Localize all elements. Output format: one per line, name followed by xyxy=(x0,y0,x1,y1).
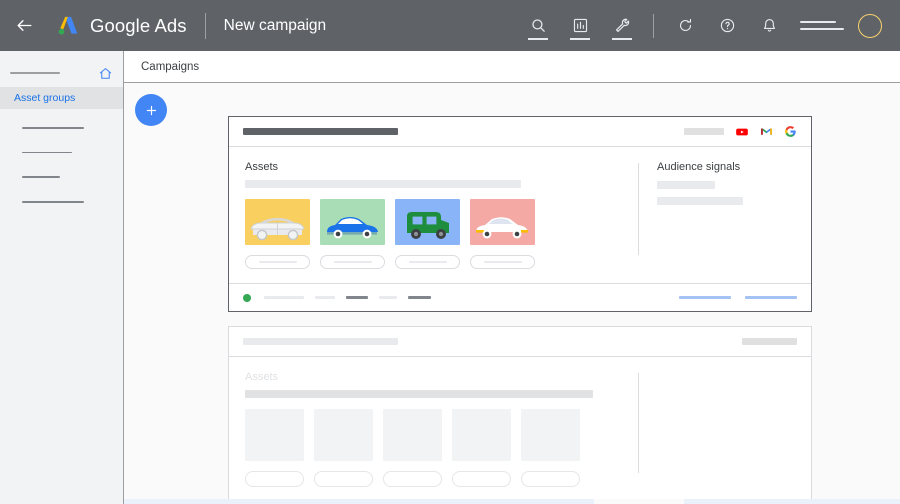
car-thumbnail-blue[interactable] xyxy=(395,199,460,245)
asset-action-pill[interactable] xyxy=(245,255,310,269)
card-footer-actions xyxy=(679,296,797,299)
google-ads-logo xyxy=(55,13,81,39)
top-bar-actions xyxy=(517,12,882,40)
sidebar-item-placeholder[interactable] xyxy=(22,127,84,129)
sidebar-item-placeholder[interactable] xyxy=(22,176,60,179)
sidebar-item-placeholder[interactable] xyxy=(22,151,72,154)
page-title: Campaigns xyxy=(141,60,200,73)
avatar[interactable] xyxy=(858,13,882,38)
asset-thumbnail-list xyxy=(245,199,624,245)
card-body: Assets xyxy=(229,147,811,269)
google-search-icon xyxy=(784,125,797,138)
audience-signals-section xyxy=(639,371,811,487)
card-body: Assets xyxy=(229,357,811,487)
assets-description-placeholder xyxy=(245,390,593,398)
asset-group-card[interactable]: Assets xyxy=(228,116,812,312)
card-footer xyxy=(229,283,811,311)
card-header xyxy=(229,327,811,357)
card-header-right xyxy=(742,338,797,345)
car-thumbnail-yellow[interactable] xyxy=(245,199,310,245)
audience-placeholder xyxy=(657,181,715,189)
sidebar: Asset groups xyxy=(0,51,124,504)
brand-title: Google Ads xyxy=(90,14,187,36)
page-subtitle: New campaign xyxy=(223,16,327,34)
card-meta-placeholders xyxy=(264,296,431,299)
main-canvas: Assets Audience signals Assets xyxy=(124,83,900,504)
asset-action-pills xyxy=(245,255,624,269)
asset-action-pill[interactable] xyxy=(521,471,580,487)
next-card-peek xyxy=(124,499,900,504)
asset-placeholder-5[interactable] xyxy=(521,409,580,461)
next-card-peek-gap xyxy=(594,499,684,504)
asset-action-pill[interactable] xyxy=(395,255,460,269)
asset-placeholder-4[interactable] xyxy=(452,409,511,461)
status-badge xyxy=(243,293,251,302)
audience-signals-section: Audience signals xyxy=(639,161,811,269)
refresh-icon[interactable] xyxy=(671,12,699,40)
notifications-icon[interactable] xyxy=(755,12,783,40)
assets-section-title: Assets xyxy=(245,161,279,173)
assets-section-title: Assets xyxy=(245,371,279,383)
tools-icon[interactable] xyxy=(608,12,636,40)
card-link-placeholder[interactable] xyxy=(745,296,797,299)
asset-placeholder-2[interactable] xyxy=(314,409,373,461)
youtube-icon xyxy=(735,125,749,139)
sidebar-item-label: Asset groups xyxy=(14,92,76,104)
content-header: Campaigns xyxy=(124,51,900,83)
sidebar-item-placeholder[interactable] xyxy=(22,201,84,203)
asset-action-pill[interactable] xyxy=(470,255,535,269)
header-divider-2 xyxy=(653,13,654,38)
card-title-placeholder xyxy=(243,128,398,135)
asset-action-pill[interactable] xyxy=(452,471,511,487)
asset-group-card[interactable]: Assets xyxy=(228,326,812,504)
sidebar-account-placeholder xyxy=(10,72,60,74)
card-header xyxy=(229,117,811,147)
sidebar-placeholder-items xyxy=(0,109,123,203)
asset-placeholder-1[interactable] xyxy=(245,409,304,461)
asset-action-pill[interactable] xyxy=(245,471,304,487)
back-arrow-icon[interactable] xyxy=(7,9,41,43)
sidebar-header xyxy=(0,59,123,87)
gmail-icon xyxy=(760,125,773,138)
add-asset-group-button[interactable] xyxy=(135,94,167,126)
asset-placeholder-3[interactable] xyxy=(383,409,442,461)
asset-action-pills xyxy=(245,471,624,487)
asset-thumbnail-list xyxy=(245,409,624,461)
asset-action-pill[interactable] xyxy=(320,255,385,269)
assets-description-placeholder xyxy=(245,180,521,188)
sidebar-item-asset-groups[interactable]: Asset groups xyxy=(0,87,123,109)
assets-section: Assets xyxy=(229,371,638,487)
card-status-placeholder xyxy=(742,338,797,345)
asset-action-pill[interactable] xyxy=(383,471,442,487)
assets-section: Assets xyxy=(229,161,638,269)
help-icon[interactable] xyxy=(713,12,741,40)
audience-placeholder xyxy=(657,197,743,205)
car-thumbnail-pink[interactable] xyxy=(470,199,535,245)
card-title-placeholder xyxy=(243,338,398,345)
car-thumbnail-green[interactable] xyxy=(320,199,385,245)
card-header-right xyxy=(684,125,797,139)
audience-section-title: Audience signals xyxy=(657,161,741,173)
header-divider xyxy=(204,12,206,39)
home-icon[interactable] xyxy=(98,66,113,81)
card-status-placeholder xyxy=(684,128,724,135)
app-top-bar: Google Ads New campaign xyxy=(0,0,900,51)
search-icon[interactable] xyxy=(524,12,552,40)
card-link-placeholder[interactable] xyxy=(679,296,731,299)
reports-icon[interactable] xyxy=(566,12,594,40)
asset-action-pill[interactable] xyxy=(314,471,373,487)
account-name-placeholder xyxy=(800,21,844,30)
